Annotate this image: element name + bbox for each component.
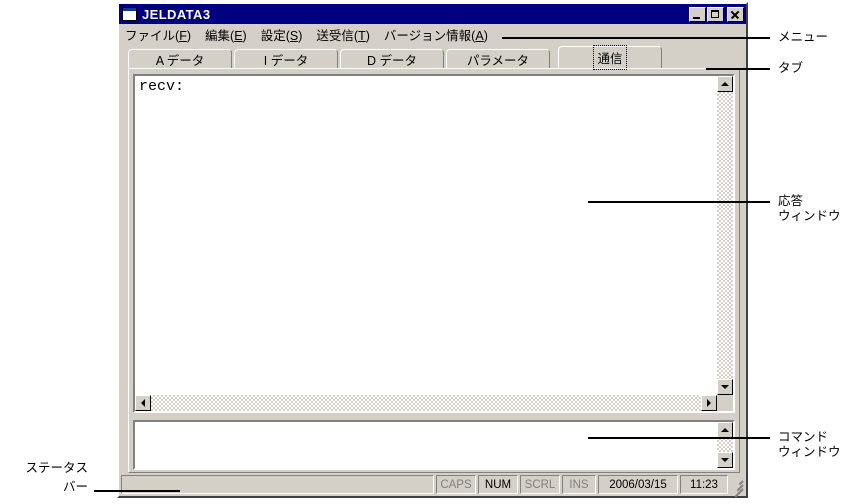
leader-line-tab — [706, 68, 770, 70]
application-window: JELDATA3 ファイル(F) 編集(E) 設定(S) 送受信(T) バージョ… — [117, 2, 748, 498]
resize-grip-icon[interactable] — [730, 475, 744, 498]
annotation-command-window-line2: ウィンドウ — [778, 445, 841, 459]
command-vertical-scroll-track[interactable] — [717, 438, 733, 452]
status-badge-caps: CAPS — [436, 475, 476, 494]
leader-line-status-bar — [94, 490, 180, 492]
minimize-button[interactable] — [689, 6, 706, 22]
leader-line-response-window — [588, 201, 770, 203]
leader-line-menu — [502, 37, 770, 39]
response-window-body: recv: — [135, 76, 733, 395]
menu-item-transmit[interactable]: 送受信(T) — [316, 25, 370, 44]
window-icon — [122, 7, 137, 21]
menu-item-settings-label: 設定 — [260, 29, 286, 43]
status-time: 11:23 — [680, 475, 728, 494]
command-vertical-scrollbar[interactable] — [717, 422, 733, 468]
command-window-input[interactable] — [135, 422, 717, 468]
command-scroll-down-button[interactable] — [717, 452, 733, 468]
title-bar[interactable]: JELDATA3 — [119, 4, 746, 24]
tab-strip: A データ I データ D データ パラメータ 通信 — [119, 45, 746, 70]
command-window[interactable] — [133, 420, 735, 470]
menu-item-settings[interactable]: 設定(S) — [261, 25, 303, 44]
menu-bar: ファイル(F) 編集(E) 設定(S) 送受信(T) バージョン情報(A) — [119, 24, 746, 45]
menu-item-transmit-accel: T — [358, 29, 366, 43]
tab-a-data-label: A データ — [155, 53, 205, 68]
scroll-down-button[interactable] — [717, 379, 733, 395]
scroll-up-button[interactable] — [717, 76, 733, 92]
maximize-button[interactable] — [707, 6, 724, 22]
scroll-left-button[interactable] — [135, 395, 151, 411]
response-horizontal-scrollbar[interactable] — [135, 395, 733, 411]
tab-i-data-label: I データ — [263, 53, 309, 68]
scroll-right-button[interactable] — [701, 395, 717, 411]
status-badge-scrl: SCRL — [520, 475, 560, 494]
tab-i-data[interactable]: I データ — [234, 49, 338, 68]
command-scroll-up-button[interactable] — [717, 422, 733, 438]
scroll-up-arrow-icon — [721, 428, 729, 432]
window-title: JELDATA3 — [142, 6, 211, 22]
scroll-up-arrow-icon — [721, 82, 729, 86]
annotation-tab: タブ — [778, 61, 804, 75]
menu-item-file[interactable]: ファイル(F) — [125, 25, 191, 44]
tab-parameter-label: パラメータ — [466, 53, 530, 68]
tab-a-data[interactable]: A データ — [128, 49, 232, 68]
menu-item-file-accel: F — [179, 29, 187, 43]
scroll-right-arrow-icon — [707, 399, 711, 407]
menu-item-file-label: ファイル — [125, 29, 176, 43]
annotation-response-window-line2: ウィンドウ — [778, 209, 841, 223]
scroll-down-arrow-icon — [721, 385, 729, 389]
tab-page: recv: — [128, 68, 740, 473]
tab-communication[interactable]: 通信 — [558, 45, 662, 70]
response-vertical-scrollbar[interactable] — [717, 76, 733, 395]
scroll-down-arrow-icon — [721, 458, 729, 462]
annotation-command-window-line1: コマンド — [778, 430, 829, 444]
scrollbar-corner — [717, 395, 733, 411]
menu-item-version-label: バージョン情報 — [383, 29, 472, 43]
status-date: 2006/03/15 — [598, 475, 678, 494]
tab-d-data-label: D データ — [366, 53, 417, 68]
tab-d-data[interactable]: D データ — [340, 49, 444, 68]
response-window[interactable]: recv: — [133, 74, 735, 413]
response-window-text[interactable]: recv: — [135, 76, 717, 395]
close-button[interactable] — [727, 6, 744, 22]
tab-communication-label: 通信 — [593, 45, 627, 70]
annotation-status-bar-line1: ステータス — [25, 461, 88, 475]
status-bar: CAPS NUM SCRL INS 2006/03/15 11:23 — [121, 475, 744, 498]
menu-item-settings-accel: S — [289, 29, 299, 43]
response-vertical-scroll-track[interactable] — [717, 92, 733, 379]
menu-item-edit[interactable]: 編集(E) — [205, 25, 247, 44]
scroll-left-arrow-icon — [141, 399, 145, 407]
status-badge-num: NUM — [478, 475, 518, 494]
annotation-status-bar-line2: バー — [62, 480, 88, 494]
tab-parameter[interactable]: パラメータ — [446, 49, 550, 68]
annotation-response-window-line1: 応答 — [778, 194, 804, 208]
status-badge-ins: INS — [562, 475, 596, 494]
menu-item-edit-label: 編集 — [205, 29, 231, 43]
menu-item-version[interactable]: バージョン情報(A) — [384, 25, 488, 44]
response-horizontal-scroll-track[interactable] — [151, 395, 701, 411]
annotation-menu: メニュー — [778, 30, 829, 44]
menu-item-version-accel: A — [475, 29, 484, 43]
menu-item-transmit-label: 送受信 — [316, 29, 354, 43]
leader-line-command-window — [588, 437, 770, 439]
menu-item-edit-accel: E — [234, 29, 243, 43]
